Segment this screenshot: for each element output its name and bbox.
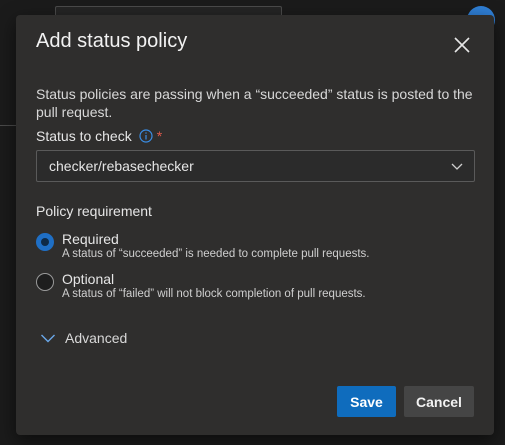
radio-button-checked[interactable] — [36, 233, 54, 251]
radio-optional[interactable]: Optional A status of “failed” will not b… — [36, 271, 456, 305]
info-icon[interactable] — [139, 129, 153, 143]
close-button[interactable] — [450, 33, 474, 57]
status-to-check-value: checker/rebasechecker — [49, 158, 194, 174]
advanced-toggle[interactable]: Advanced — [40, 330, 127, 346]
radio-optional-title: Optional — [62, 271, 115, 287]
status-to-check-label-text: Status to check — [36, 128, 132, 144]
advanced-label: Advanced — [65, 330, 128, 346]
radio-required-title: Required — [62, 231, 119, 247]
radio-button-unchecked[interactable] — [36, 273, 54, 291]
radio-required-description: A status of “succeeded” is needed to com… — [62, 248, 370, 260]
dialog-description: Status policies are passing when a “succ… — [36, 86, 473, 120]
radio-required[interactable]: Required A status of “succeeded” is need… — [36, 231, 456, 265]
cancel-button[interactable]: Cancel — [404, 386, 474, 417]
policy-requirement-label: Policy requirement — [36, 203, 152, 219]
close-icon — [450, 33, 474, 57]
status-to-check-dropdown[interactable]: checker/rebasechecker — [36, 150, 475, 182]
dialog-title: Add status policy — [36, 30, 188, 52]
required-marker: * — [156, 128, 163, 144]
radio-optional-description: A status of “failed” will not block comp… — [62, 288, 366, 300]
add-status-policy-dialog: Add status policy Status policies are pa… — [16, 15, 494, 435]
chevron-down-icon — [40, 330, 56, 346]
chevron-down-icon — [450, 159, 464, 173]
save-button[interactable]: Save — [337, 386, 396, 417]
status-to-check-label: Status to check * — [36, 128, 162, 144]
